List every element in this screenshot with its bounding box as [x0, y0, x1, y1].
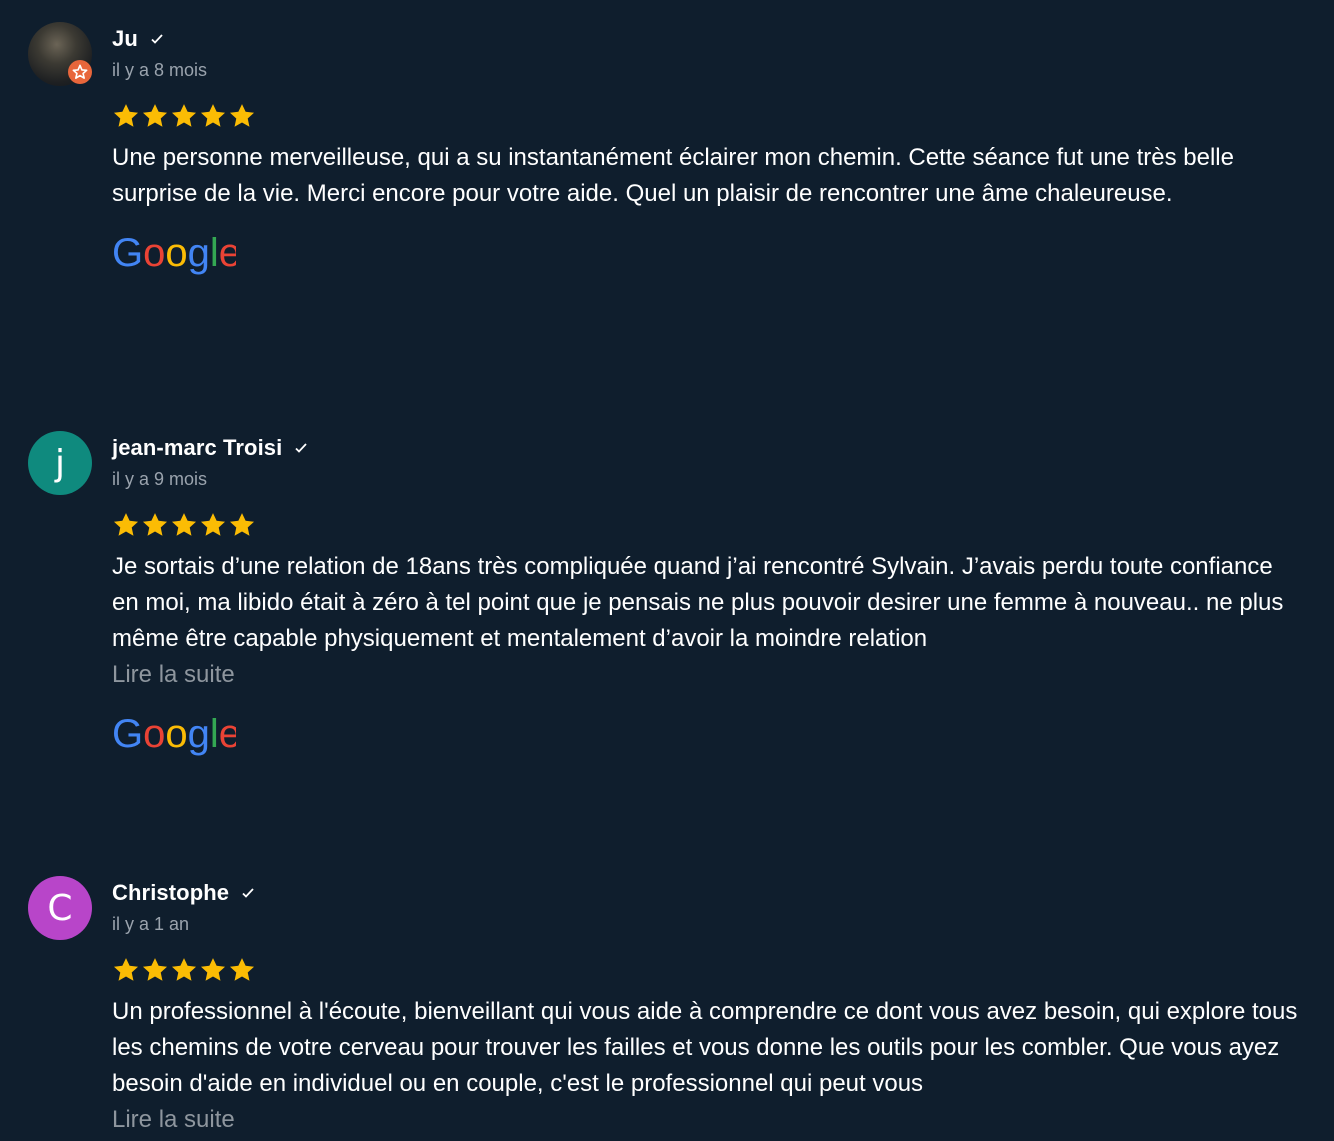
- reviewer-row: Ju: [112, 22, 1302, 56]
- read-more-link[interactable]: Lire la suite: [112, 1102, 1302, 1138]
- star-icon: [113, 513, 139, 536]
- reviewer-name[interactable]: Ju: [112, 26, 138, 52]
- review-time: il y a 9 mois: [112, 469, 208, 489]
- star-icon: [113, 104, 139, 127]
- reviewer-name[interactable]: jean-marc Troisi: [112, 435, 282, 461]
- google-logo: Google: [112, 713, 236, 756]
- star-icon: [142, 958, 168, 981]
- star-rating: [112, 956, 1302, 986]
- star-icon: [229, 958, 255, 981]
- star-icon: [142, 513, 168, 536]
- svg-text:Google: Google: [112, 713, 236, 756]
- review-text: Une personne merveilleuse, qui a su inst…: [112, 144, 1234, 207]
- star-icon: [200, 958, 226, 981]
- read-more-link[interactable]: Lire la suite: [112, 657, 1302, 693]
- reviewer-row: jean-marc Troisi: [112, 431, 1302, 465]
- star-icon: [229, 513, 255, 536]
- avatar[interactable]: [28, 22, 92, 86]
- local-guide-star-icon: [68, 60, 92, 84]
- check-icon: [295, 443, 308, 453]
- star-icon: [113, 958, 139, 981]
- avatar-letter: C: [47, 887, 73, 929]
- review-content: Christophe il y a 1 an Un professionnel …: [112, 876, 1302, 1138]
- star-rating: [112, 511, 1302, 541]
- star-icon: [171, 104, 197, 127]
- review-content: Ju il y a 8 mois Une personne merveilleu…: [112, 22, 1302, 282]
- avatar-letter: j: [54, 442, 65, 484]
- star-icon: [229, 104, 255, 127]
- reviews-list: Ju il y a 8 mois Une personne merveilleu…: [0, 0, 1334, 1141]
- star-icon: [171, 958, 197, 981]
- star-icon: [171, 513, 197, 536]
- avatar[interactable]: j: [28, 431, 92, 495]
- reviewer-row: Christophe: [112, 876, 1302, 910]
- review-text: Un professionnel à l'écoute, bienveillan…: [112, 998, 1298, 1097]
- review-content: jean-marc Troisi il y a 9 mois Je sortai…: [112, 431, 1302, 763]
- google-logo: Google: [112, 232, 236, 275]
- check-icon: [151, 34, 163, 44]
- reviewer-name[interactable]: Christophe: [112, 880, 229, 906]
- review-time: il y a 8 mois: [112, 60, 208, 80]
- review-time: il y a 1 an: [112, 914, 190, 934]
- check-icon: [242, 888, 254, 898]
- review-text: Je sortais d’une relation de 18ans très …: [112, 553, 1284, 652]
- star-icon: [200, 513, 226, 536]
- avatar[interactable]: C: [28, 876, 92, 940]
- star-icon: [142, 104, 168, 127]
- svg-text:Google: Google: [112, 232, 236, 275]
- star-icon: [200, 104, 226, 127]
- star-rating: [112, 102, 1302, 132]
